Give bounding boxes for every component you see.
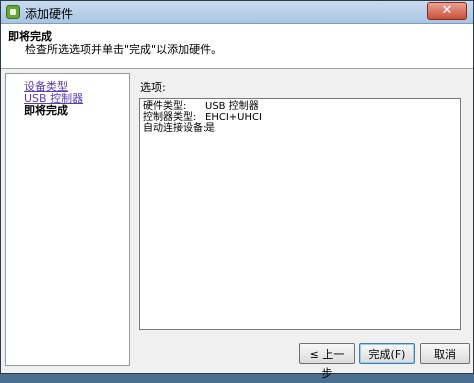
add-hardware-window: 添加硬件 ✕ 即将完成 检查所选选项并单击"完成"以添加硬件。 设备类型 USB…: [0, 0, 474, 380]
options-label: 选项:: [140, 81, 166, 94]
main-panel: 选项: 硬件类型: USB 控制器 控制器类型: EHCI+UHCI 自动连接设…: [131, 73, 470, 342]
window-title: 添加硬件: [25, 7, 74, 21]
finish-button[interactable]: 完成(F): [359, 343, 415, 364]
app-icon: [6, 5, 20, 19]
option-value: 是: [205, 123, 215, 134]
title-bar[interactable]: 添加硬件 ✕: [1, 1, 473, 24]
wizard-header: 即将完成 检查所选选项并单击"完成"以添加硬件。: [1, 24, 473, 69]
button-bar: ≤ 上一步 完成(F) 取消: [131, 341, 470, 380]
back-button[interactable]: ≤ 上一步: [299, 343, 355, 380]
option-key: 自动连接设备:: [143, 123, 207, 134]
close-button[interactable]: ✕: [427, 2, 467, 20]
header-description: 检查所选选项并单击"完成"以添加硬件。: [25, 43, 223, 56]
wizard-steps-panel: 设备类型 USB 控制器 即将完成: [5, 73, 130, 366]
options-summary-box: 硬件类型: USB 控制器 控制器类型: EHCI+UHCI 自动连接设备: 是: [139, 98, 461, 330]
close-icon: ✕: [441, 3, 453, 18]
cancel-button[interactable]: 取消: [420, 343, 470, 364]
nav-item-ready-to-complete: 即将完成: [24, 104, 68, 117]
